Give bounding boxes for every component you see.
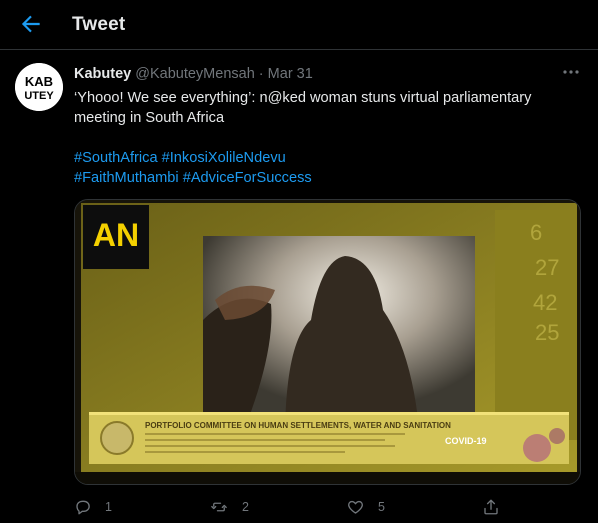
covid-label: COVID-19 [445,436,487,446]
video-frame: 6 27 42 25 AN PORTFOLIO COMMITTEE ON HUM… [75,200,580,484]
retweet-icon [211,502,227,512]
page-title: Tweet [72,14,126,35]
heart-icon [348,500,363,514]
hashtags: #SouthAfrica #InkosiXolileNdevu #FaithMu… [74,148,554,188]
like-count: 5 [378,500,385,514]
chyron-title: PORTFOLIO COMMITTEE ON HUMAN SETTLEMENTS… [145,421,451,430]
back-arrow-icon[interactable] [18,11,44,37]
share-button[interactable] [482,496,500,518]
svg-text:42: 42 [533,290,557,315]
more-options-icon[interactable] [560,62,582,82]
svg-text:6: 6 [530,220,542,245]
hashtag-inkosixolilendevu[interactable]: #InkosiXolileNdevu [162,150,286,166]
reply-count: 1 [105,500,112,514]
reply-button[interactable]: 1 [74,496,112,518]
tweet-actions: 1 2 5 [74,496,514,518]
tweet-text: ‘Yhooo! We see everything’: n@ked woman … [74,90,532,126]
tweet-media-video[interactable]: 6 27 42 25 AN PORTFOLIO COMMITTEE ON HUM… [74,199,581,485]
share-icon [484,499,498,515]
like-button[interactable]: 5 [346,496,385,518]
tweet-date[interactable]: Mar 31 [268,66,313,82]
hashtag-adviceforsuccess[interactable]: #AdviceForSuccess [183,170,312,186]
hashtag-southafrica[interactable]: #SouthAfrica [74,150,158,166]
tweet-author-line: Kabutey @KabuteyMensah · Mar 31 [74,66,313,82]
retweet-button[interactable]: 2 [209,496,249,518]
avatar-logo: KAB UTEY [15,63,63,111]
top-bar: Tweet [0,0,598,50]
logo-text: AN [93,217,139,253]
avatar-text-top: KAB [25,74,53,89]
separator-dot: · [258,66,264,82]
hashtag-faithmuthambi[interactable]: #FaithMuthambi [74,170,179,186]
author-handle[interactable]: @KabuteyMensah [135,66,255,82]
retweet-count: 2 [242,500,249,514]
svg-text:25: 25 [535,320,559,345]
avatar[interactable]: KAB UTEY [15,63,63,111]
reply-icon [76,500,90,515]
author-name[interactable]: Kabutey [74,66,131,82]
svg-text:27: 27 [535,255,559,280]
avatar-text-bottom: UTEY [24,90,54,102]
